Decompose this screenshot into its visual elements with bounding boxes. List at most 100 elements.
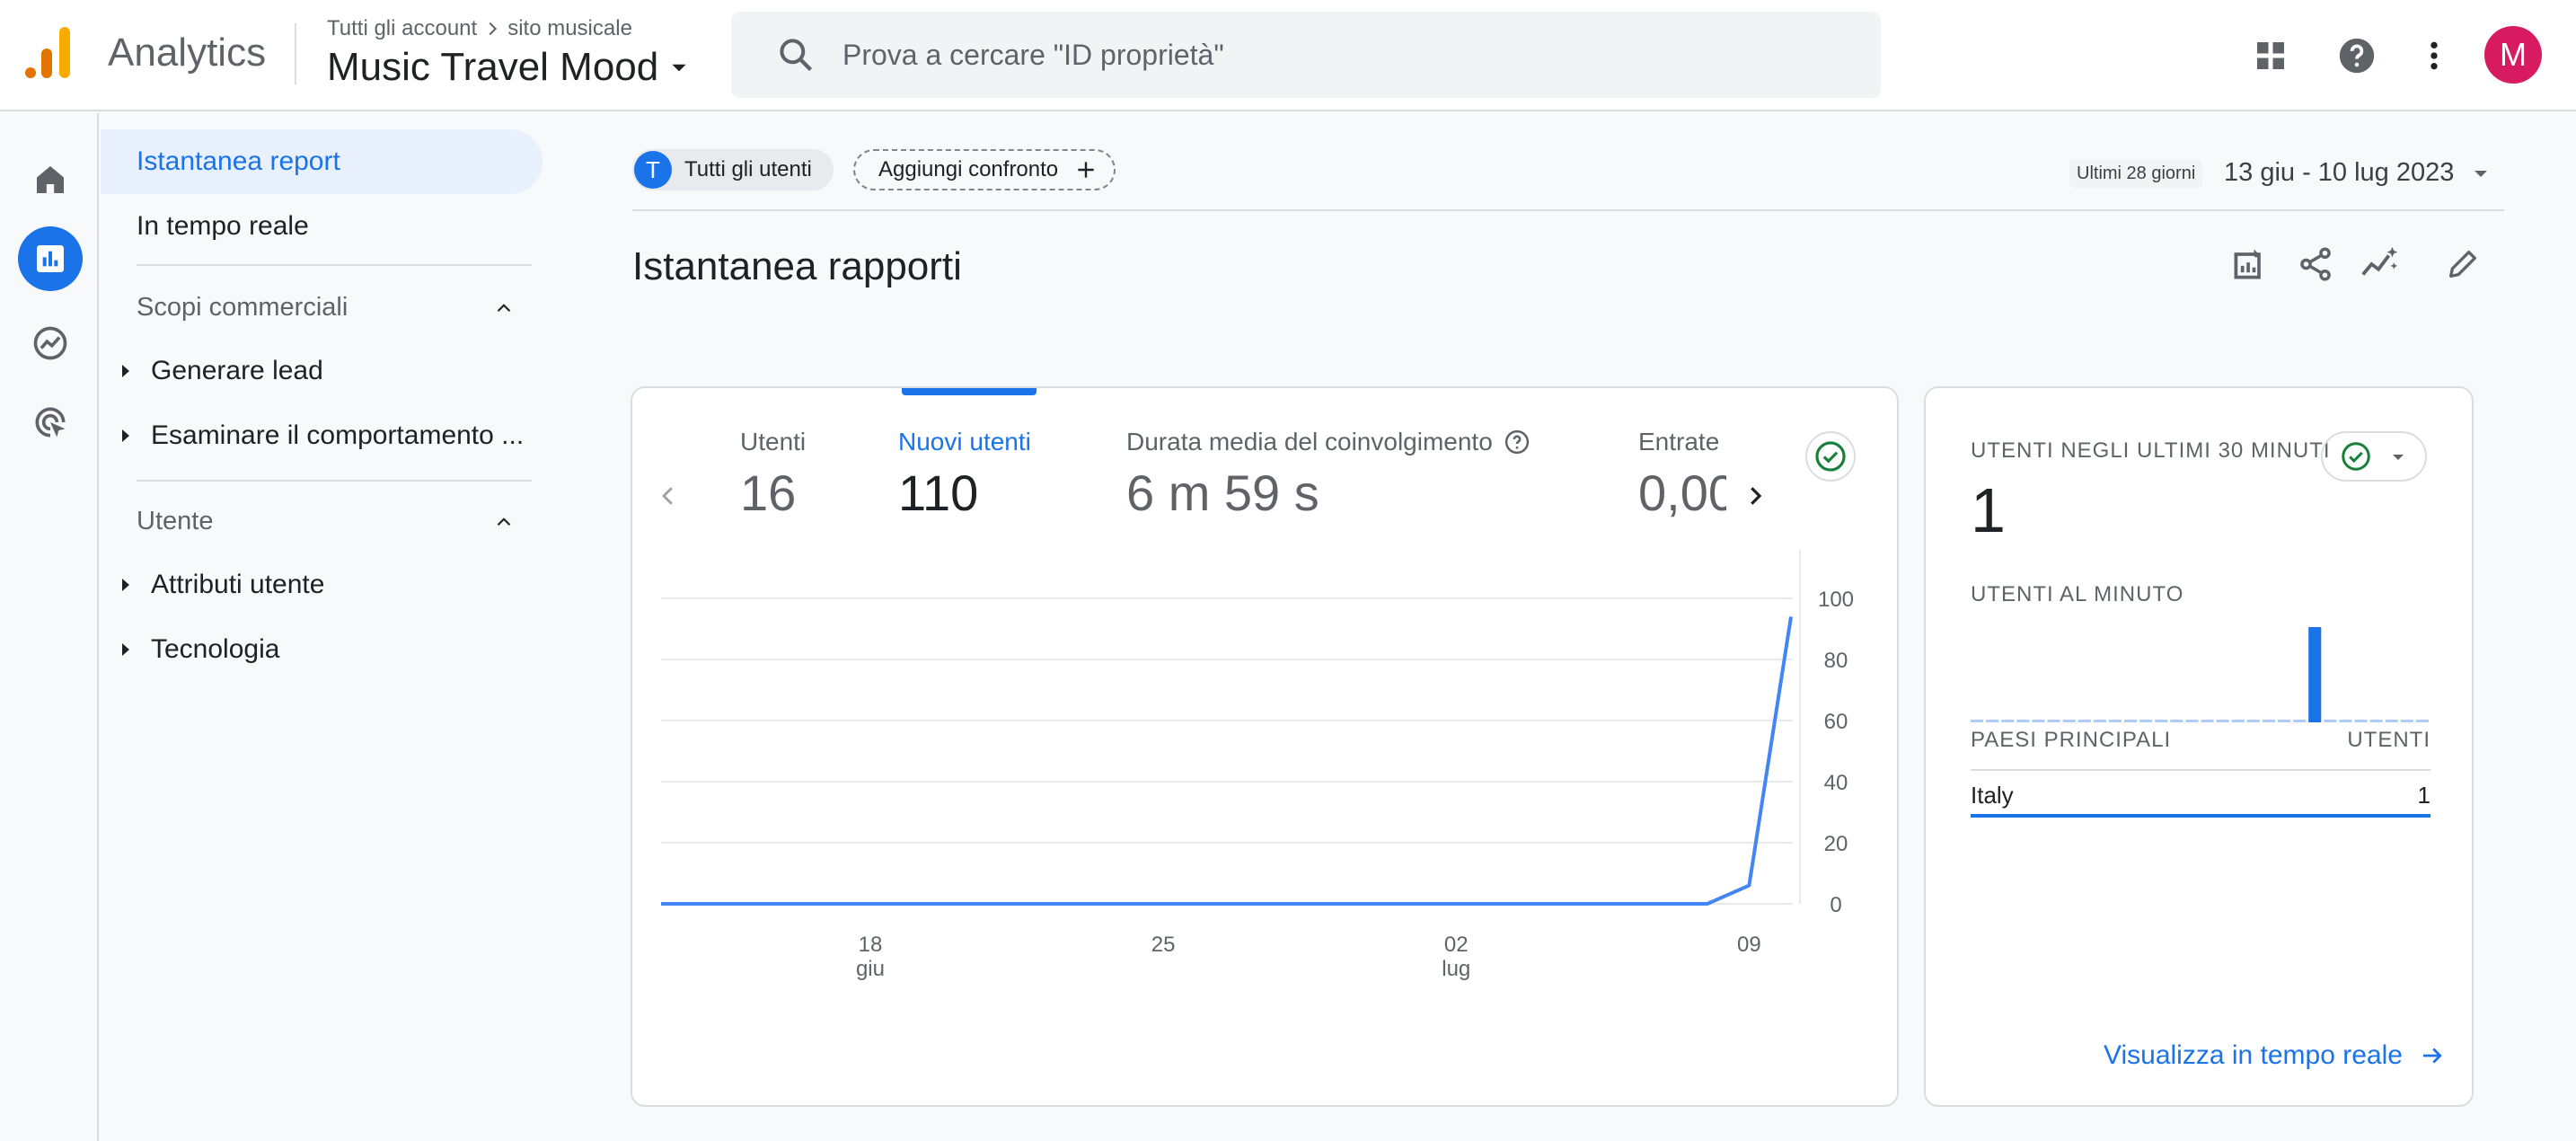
y-tick-label: 80 [1824,649,1848,673]
breadcrumb-sub[interactable]: sito musicale [507,16,632,41]
y-tick-label: 40 [1824,771,1848,795]
property-selector[interactable]: Music Travel Mood [327,45,691,90]
metrics-prev-button[interactable] [650,469,686,523]
minute-bar [2108,720,2122,722]
search-input[interactable] [841,37,1829,73]
rail-advertising-button[interactable] [18,390,83,455]
chevron-right-icon [489,22,498,36]
table-row[interactable]: Italy 1 [1971,782,2430,809]
search-bar[interactable] [731,12,1881,98]
minute-bar [2354,720,2368,722]
customize-report-button[interactable] [2226,241,2272,287]
apps-grid-button[interactable] [2244,29,2298,83]
chevron-up-icon [497,303,511,312]
date-range-picker[interactable]: 13 giu - 10 lug 2023 [2224,158,2492,188]
y-tick-label: 0 [1830,893,1841,917]
more-vert-icon [2430,41,2438,70]
rail-home-button[interactable] [18,147,83,212]
report-nav: Istantanea report In tempo reale Scopi c… [101,113,550,1141]
nav-item-technology[interactable]: Tecnologia [122,634,279,665]
nav-item-user-attributes[interactable]: Attributi utente [122,570,324,600]
minute-bar [2016,720,2030,722]
metrics-next-button[interactable] [1737,469,1773,523]
share-button[interactable] [2292,241,2339,287]
minute-bar [2201,720,2214,722]
help-button[interactable] [2330,29,2384,83]
view-realtime-link[interactable]: Visualizza in tempo reale [2104,1040,2446,1071]
add-comparison-button[interactable]: Aggiungi confronto [853,149,1116,190]
expand-arrow-icon [122,579,129,591]
minute-bar [2139,720,2153,722]
arrow-drop-down-icon [672,64,686,72]
minute-bar [2400,720,2413,722]
minute-bar [2231,720,2245,722]
minute-bar [2278,720,2291,722]
realtime-status-dropdown[interactable] [2321,431,2427,482]
minute-bar [1986,720,1999,722]
breadcrumb-account[interactable]: Tutti gli account [327,16,477,41]
minute-bar [2308,627,2322,722]
advertising-icon [35,407,66,438]
nav-section-business-objectives[interactable]: Scopi commerciali [137,293,516,323]
x-tick-month-label: lug [1442,957,1470,981]
nav-item-generate-leads[interactable]: Generare lead [122,356,323,386]
x-tick-label: 25 [1151,933,1176,957]
minute-bar [2001,720,2015,722]
view-realtime-label: Visualizza in tempo reale [2104,1040,2403,1070]
nav-item-label: Esaminare il comportamento ... [151,420,525,450]
minute-bar [2155,720,2168,722]
edit-button[interactable] [2439,241,2486,287]
avatar[interactable]: M [2484,26,2542,84]
minute-bar [2293,720,2307,722]
nav-item-snapshot[interactable]: Istantanea report [101,129,543,194]
share-icon [2300,247,2331,281]
countries-column-header: PAESI PRINCIPALI [1971,728,2172,752]
metric-label: Nuovi utenti [898,428,1031,456]
data-quality-check-button[interactable] [1805,431,1856,482]
arrow-drop-down-icon [2475,170,2488,177]
minute-bar [2185,720,2199,722]
metric-tab-users[interactable]: Utenti 16 [740,428,806,522]
y-tick-label: 100 [1818,588,1854,612]
table-divider [1971,769,2430,771]
minute-bar [2078,720,2091,722]
metric-tab-revenue[interactable]: Entrate 0,00 [1638,428,1726,522]
y-tick-label: 120 [1818,550,1854,551]
help-outline-icon[interactable] [1504,429,1531,456]
top-countries-header: PAESI PRINCIPALI UTENTI [1971,728,2430,753]
pencil-icon [2449,251,2476,278]
header-divider [295,23,296,84]
users-per-minute-title: UTENTI AL MINUTO [1971,582,2184,606]
x-tick-label: 02 [1444,933,1469,957]
customize-report-icon [2234,249,2261,279]
breadcrumb[interactable]: Tutti gli account sito musicale [327,16,632,41]
analytics-logo-icon[interactable] [25,27,75,79]
all-users-chip[interactable]: T Tutti gli utenti [632,149,834,190]
apps-grid-icon [2257,42,2284,69]
nav-section-user[interactable]: Utente [137,507,516,536]
metric-value: 16 [740,464,797,521]
brand-name: Analytics [108,31,267,75]
metric-label: Durata media del coinvolgimento [1126,428,1493,456]
minute-bar [2246,720,2260,722]
header-separator [632,209,2504,211]
chevron-right-icon [1751,487,1762,505]
help-icon [2339,38,2375,74]
realtime-users-value: 1 [1971,475,2006,545]
nav-item-user-behavior[interactable]: Esaminare il comportamento ... [122,420,524,451]
metric-tab-engagement-time[interactable]: Durata media del coinvolgimento 6 m 59 s [1126,428,1531,522]
rail-reports-button[interactable] [18,226,83,291]
more-options-button[interactable] [2407,29,2461,83]
realtime-title: UTENTI NEGLI ULTIMI 30 MINUTI [1971,438,2331,463]
segment-avatar: T [634,151,672,189]
rail-explore-button[interactable] [18,311,83,376]
x-tick-month-label: giu [856,957,885,981]
nav-item-realtime[interactable]: In tempo reale [137,208,309,244]
minute-bar [2062,720,2076,722]
minute-bar [2339,720,2352,722]
metric-tab-new-users[interactable]: Nuovi utenti 110 [898,428,1031,522]
add-comparison-label: Aggiungi confronto [878,157,1059,181]
home-icon [37,166,64,193]
insights-button[interactable] [2357,241,2404,287]
date-range-label: 13 giu - 10 lug 2023 [2224,158,2455,187]
